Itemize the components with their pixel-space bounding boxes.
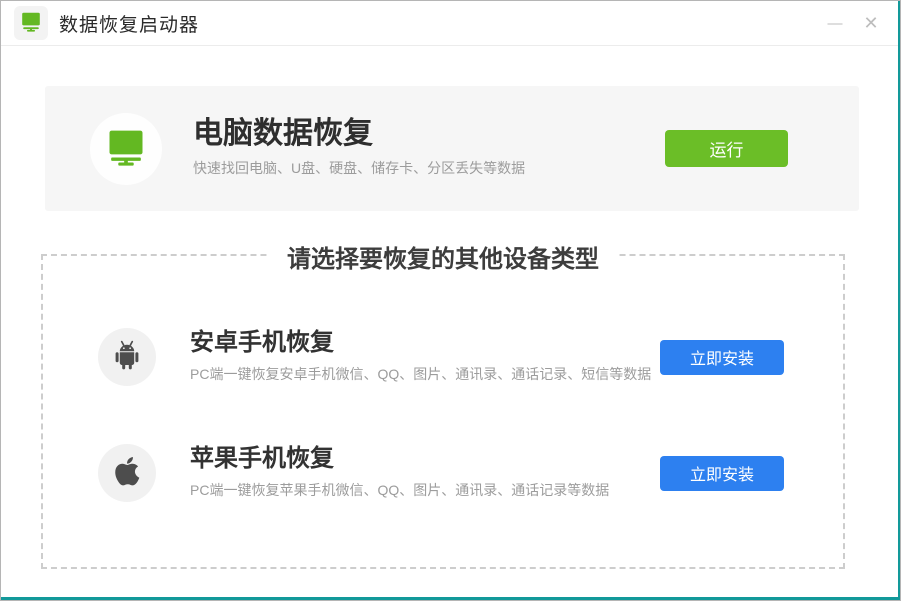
apple-logo-icon	[111, 455, 143, 492]
device-row-android: 安卓手机恢复 PC端一键恢复安卓手机微信、QQ、图片、通讯录、通话记录、短信等数…	[98, 328, 784, 386]
green-monitor-icon	[19, 9, 43, 38]
window-title: 数据恢复启动器	[59, 14, 200, 36]
ios-title: 苹果手机恢复	[190, 444, 334, 472]
android-text: 安卓手机恢复 PC端一键恢复安卓手机微信、QQ、图片、通讯录、通话记录、短信等数…	[190, 328, 652, 384]
app-logo	[14, 6, 48, 40]
titlebar: 数据恢复启动器 — ✕	[1, 1, 900, 46]
green-monitor-icon	[104, 124, 148, 173]
apple-icon-circle	[98, 444, 156, 502]
pc-card-title: 电脑数据恢复	[193, 117, 373, 150]
run-button[interactable]: 运行	[665, 130, 788, 167]
ios-subtitle: PC端一键恢复苹果手机微信、QQ、图片、通讯录、通话记录等数据	[190, 481, 610, 498]
pc-card-subtitle: 快速找回电脑、U盘、硬盘、储存卡、分区丢失等数据	[193, 160, 526, 176]
app-window: 数据恢复启动器 — ✕ 电脑数据恢复 快速找回电脑、U盘、硬盘、储存卡、分区丢失…	[0, 0, 901, 601]
pc-icon-circle	[90, 112, 162, 185]
other-devices-section: 请选择要恢复的其他设备类型 安卓手机恢复 PC端一键恢复安卓手机微信、QQ、图片…	[41, 239, 845, 569]
device-rows: 安卓手机恢复 PC端一键恢复安卓手机微信、QQ、图片、通讯录、通话记录、短信等数…	[43, 256, 843, 502]
section-title: 请选择要恢复的其他设备类型	[269, 239, 617, 274]
device-row-ios: 苹果手机恢复 PC端一键恢复苹果手机微信、QQ、图片、通讯录、通话记录等数据 立…	[98, 444, 784, 502]
pc-card-text: 电脑数据恢复 快速找回电脑、U盘、硬盘、储存卡、分区丢失等数据	[193, 119, 525, 178]
minimize-button[interactable]: —	[818, 6, 852, 40]
ios-text: 苹果手机恢复 PC端一键恢复苹果手机微信、QQ、图片、通讯录、通话记录等数据	[190, 444, 610, 500]
android-robot-icon	[109, 337, 145, 378]
pc-recovery-card: 电脑数据恢复 快速找回电脑、U盘、硬盘、储存卡、分区丢失等数据 运行	[45, 86, 859, 211]
window-accent-border-right	[898, 1, 900, 600]
ios-install-button[interactable]: 立即安装	[660, 455, 784, 491]
android-title: 安卓手机恢复	[190, 328, 334, 356]
close-button[interactable]: ✕	[854, 6, 888, 40]
android-install-button[interactable]: 立即安装	[660, 339, 784, 375]
android-subtitle: PC端一键恢复安卓手机微信、QQ、图片、通讯录、通话记录、短信等数据	[190, 365, 652, 382]
window-accent-border-bottom	[1, 597, 900, 600]
android-icon-circle	[98, 328, 156, 386]
